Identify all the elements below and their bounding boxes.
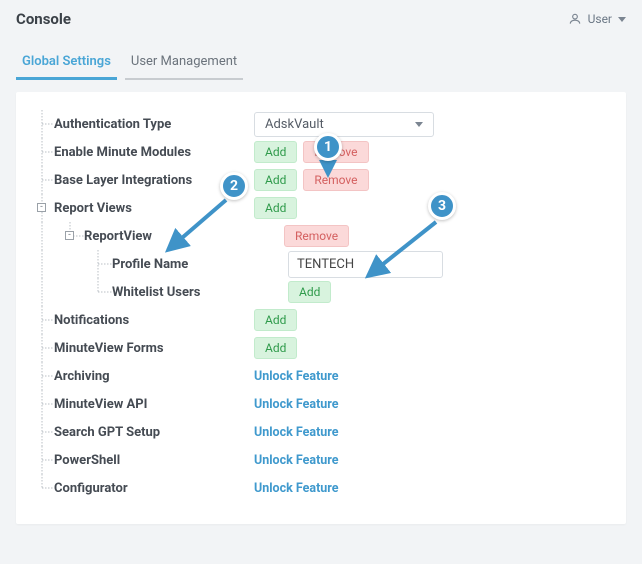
callout-3: 3 bbox=[428, 192, 456, 220]
tab-global-settings[interactable]: Global Settings bbox=[16, 44, 117, 80]
row-gpt-label: Search GPT Setup bbox=[54, 425, 254, 440]
report-views-collapse-toggle[interactable]: - bbox=[37, 203, 46, 212]
profile-name-input[interactable] bbox=[288, 251, 443, 278]
whitelist-add-button[interactable]: Add bbox=[288, 281, 331, 303]
archiving-unlock-link[interactable]: Unlock Feature bbox=[254, 369, 339, 384]
base-layer-remove-button[interactable]: Remove bbox=[303, 169, 368, 191]
user-label: User bbox=[588, 12, 612, 26]
report-view-collapse-toggle[interactable]: - bbox=[65, 231, 74, 240]
powershell-unlock-link[interactable]: Unlock Feature bbox=[254, 453, 339, 468]
row-mv-forms-label: MinuteView Forms bbox=[54, 341, 254, 356]
row-minute-modules-label: Enable Minute Modules bbox=[54, 145, 254, 160]
auth-type-select[interactable]: AdskVault bbox=[254, 112, 434, 137]
row-notifications-label: Notifications bbox=[54, 313, 254, 328]
tab-user-management[interactable]: User Management bbox=[125, 44, 243, 80]
base-layer-add-button[interactable]: Add bbox=[254, 169, 297, 191]
row-configurator-label: Configurator bbox=[54, 481, 254, 496]
report-view-remove-button[interactable]: Remove bbox=[284, 225, 349, 247]
callout-1: 1 bbox=[314, 133, 342, 161]
configurator-unlock-link[interactable]: Unlock Feature bbox=[254, 481, 339, 496]
notifications-add-button[interactable]: Add bbox=[254, 309, 297, 331]
page-title: Console bbox=[16, 10, 71, 28]
row-powershell-label: PowerShell bbox=[54, 453, 254, 468]
row-report-view-label: ReportView bbox=[84, 229, 254, 244]
row-profile-name-label: Profile Name bbox=[112, 257, 288, 272]
report-views-add-button[interactable]: Add bbox=[254, 197, 297, 219]
row-auth-type-label: Authentication Type bbox=[54, 117, 254, 132]
minute-modules-add-button[interactable]: Add bbox=[254, 141, 297, 163]
row-archiving-label: Archiving bbox=[54, 369, 254, 384]
chevron-down-icon bbox=[415, 122, 423, 127]
auth-type-value: AdskVault bbox=[265, 117, 324, 132]
mv-api-unlock-link[interactable]: Unlock Feature bbox=[254, 397, 339, 412]
chevron-down-icon bbox=[618, 17, 626, 22]
user-icon bbox=[568, 12, 582, 26]
row-report-views-label: Report Views bbox=[54, 201, 254, 216]
row-whitelist-label: Whitelist Users bbox=[112, 285, 288, 300]
user-menu[interactable]: User bbox=[568, 12, 626, 26]
callout-2: 2 bbox=[220, 172, 248, 200]
gpt-unlock-link[interactable]: Unlock Feature bbox=[254, 425, 339, 440]
row-mv-api-label: MinuteView API bbox=[54, 397, 254, 412]
mv-forms-add-button[interactable]: Add bbox=[254, 337, 297, 359]
